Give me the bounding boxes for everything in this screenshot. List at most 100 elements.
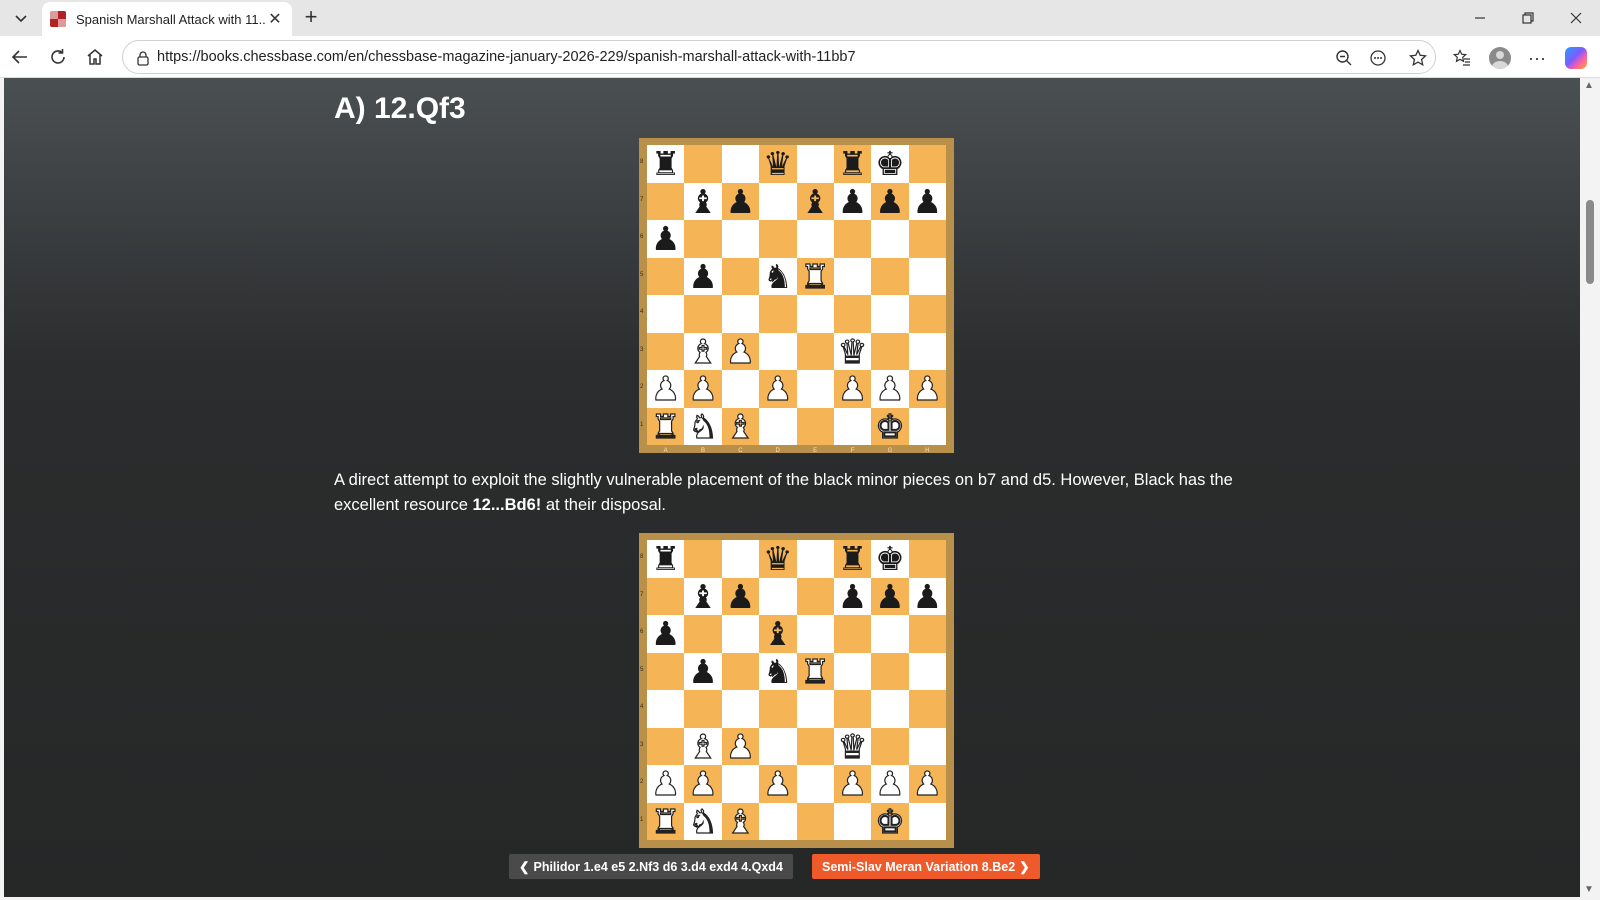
board-square: [908, 332, 946, 370]
zoom-out-icon[interactable]: [1333, 47, 1355, 69]
file-label: C: [738, 448, 743, 454]
favorites-button[interactable]: [1448, 44, 1476, 72]
restore-button[interactable]: [1504, 0, 1552, 36]
black-rook-icon: ♜: [837, 539, 868, 579]
chess-diagram-2: ♜ ♛ ♜ ♚ 8 ♝ ♟ ♟ ♟ ♟ 7 ♟ ♝ 6 ♟ ♞ ♜ 5 4 ♝ ♟ ♛ 3 ♟ ♟ ♟ ♟ ♟ ♟ 2 ♜ ♞ ♝ ♚ 1: [639, 533, 954, 848]
tab-strip: Spanish Marshall Attack with 11... ✕ +: [0, 0, 1600, 36]
close-window-button[interactable]: [1552, 0, 1600, 36]
rank-label: 7: [640, 591, 644, 598]
new-tab-button[interactable]: +: [298, 5, 324, 31]
board-square: ♟: [647, 370, 685, 408]
chevron-left-icon: ❮: [519, 860, 530, 874]
board-square: ♞: [684, 407, 722, 445]
board-square: [647, 690, 685, 728]
tab-title: Spanish Marshall Attack with 11...: [76, 11, 266, 27]
scroll-up-arrow-icon[interactable]: ▲: [1584, 80, 1594, 91]
restore-icon: [1522, 12, 1534, 24]
settings-more-button[interactable]: ···: [1523, 44, 1551, 72]
file-labels: A B C D E F G H: [647, 448, 946, 454]
board-square: [759, 690, 797, 728]
board-square: [684, 220, 722, 258]
board-square: ♝: [796, 181, 834, 221]
scroll-down-arrow-icon[interactable]: ▼: [1584, 884, 1594, 895]
copilot-button[interactable]: [1562, 44, 1590, 72]
white-rook-icon: ♜: [800, 256, 831, 296]
board-square: ♟: [871, 577, 909, 615]
board-square: ♜: [796, 256, 834, 296]
tab-actions-menu-button[interactable]: [8, 5, 34, 31]
board-square: ♝: [684, 726, 722, 766]
white-queen-icon: ♛: [837, 331, 868, 371]
board-square: ♟: [684, 370, 722, 408]
board-square: [871, 332, 909, 370]
browser-essentials-icon[interactable]: [1367, 47, 1389, 69]
board-square: [796, 407, 834, 445]
next-article-button[interactable]: Semi-Slav Meran Variation 8.Be2 ❯: [812, 854, 1040, 879]
board-square: ♟: [908, 182, 946, 220]
board-square: [721, 145, 760, 183]
previous-article-button[interactable]: ❮ Philidor 1.e4 e5 2.Nf3 d6 3.d4 exd4 4.…: [509, 854, 793, 879]
board-square: [721, 652, 760, 690]
white-bishop-icon: ♝: [688, 726, 719, 766]
board-square: [647, 577, 685, 615]
white-queen-icon: ♛: [837, 726, 868, 766]
black-queen-icon: ♛: [763, 144, 793, 184]
board-square: [908, 407, 946, 445]
vertical-scrollbar[interactable]: ▲ ▼: [1580, 78, 1600, 897]
rank-label: 7: [640, 196, 644, 203]
board-square: [721, 295, 760, 333]
paragraph-text: A direct attempt to exploit the slightly…: [334, 471, 1233, 514]
board-square: ♝: [684, 182, 722, 220]
black-bishop-icon: ♝: [800, 181, 830, 221]
board-square: [871, 727, 909, 765]
rank-label: 6: [640, 234, 644, 240]
reload-button[interactable]: [45, 44, 71, 70]
black-knight-icon: ♞: [763, 651, 793, 691]
board-square: ♛: [833, 726, 872, 766]
favorite-star-icon[interactable]: [1407, 47, 1429, 69]
board-square: [796, 332, 834, 370]
board-square: ♝: [721, 802, 760, 840]
white-pawn-icon: ♟: [688, 764, 719, 804]
browser-tab[interactable]: Spanish Marshall Attack with 11... ✕: [42, 2, 292, 36]
address-bar[interactable]: https://books.chessbase.com/en/chessbase…: [122, 40, 1436, 74]
black-pawn-icon: ♟: [725, 576, 756, 616]
analysis-paragraph: A direct attempt to exploit the slightly…: [334, 468, 1244, 518]
scroll-thumb[interactable]: [1586, 200, 1594, 284]
white-pawn-icon: ♟: [837, 369, 868, 409]
white-pawn-icon: ♟: [725, 331, 756, 371]
chess-diagram-1: ♜ ♛ ♜ ♚ 8 ♝ ♟ ♝ ♟ ♟ ♟ 7 ♟ 6 ♟ ♞ ♜ 5 4 ♝ ♟ ♛ 3 ♟ ♟ ♟ ♟ ♟ ♟ 2 ♜ ♞ ♝ ♚ 1 A B …: [639, 138, 954, 454]
board-square: ♛: [759, 144, 797, 184]
close-tab-icon[interactable]: ✕: [266, 9, 284, 29]
board-square: [796, 370, 834, 408]
black-pawn-icon: ♟: [650, 219, 681, 259]
home-button[interactable]: [82, 44, 108, 70]
url-text[interactable]: https://books.chessbase.com/en/chessbase…: [157, 49, 856, 65]
window-controls: [1456, 0, 1600, 36]
favorites-list-icon: [1453, 49, 1470, 66]
file-label: E: [813, 448, 818, 454]
file-label: F: [850, 448, 855, 454]
board-square: ♚: [871, 145, 909, 183]
home-icon: [87, 49, 103, 65]
file-label: B: [701, 448, 706, 454]
board-square: [721, 765, 760, 803]
rank-label: 6: [640, 629, 644, 635]
black-queen-icon: ♛: [763, 539, 793, 579]
board-square: [684, 690, 722, 728]
white-pawn-icon: ♟: [725, 726, 756, 766]
back-button[interactable]: [7, 44, 33, 70]
board-square: [908, 145, 946, 183]
minimize-button[interactable]: [1456, 0, 1504, 36]
white-pawn-icon: ♟: [762, 369, 793, 409]
board-square: ♜: [796, 652, 834, 690]
board-square: [796, 765, 834, 803]
reload-icon: [51, 49, 65, 64]
profile-button[interactable]: [1486, 44, 1514, 72]
board-square: ♜: [647, 540, 685, 578]
board-square: [796, 540, 834, 578]
lock-icon[interactable]: [135, 50, 151, 66]
black-bishop-icon: ♝: [688, 576, 718, 616]
board-square: [908, 727, 946, 765]
copilot-icon: [1565, 47, 1587, 69]
